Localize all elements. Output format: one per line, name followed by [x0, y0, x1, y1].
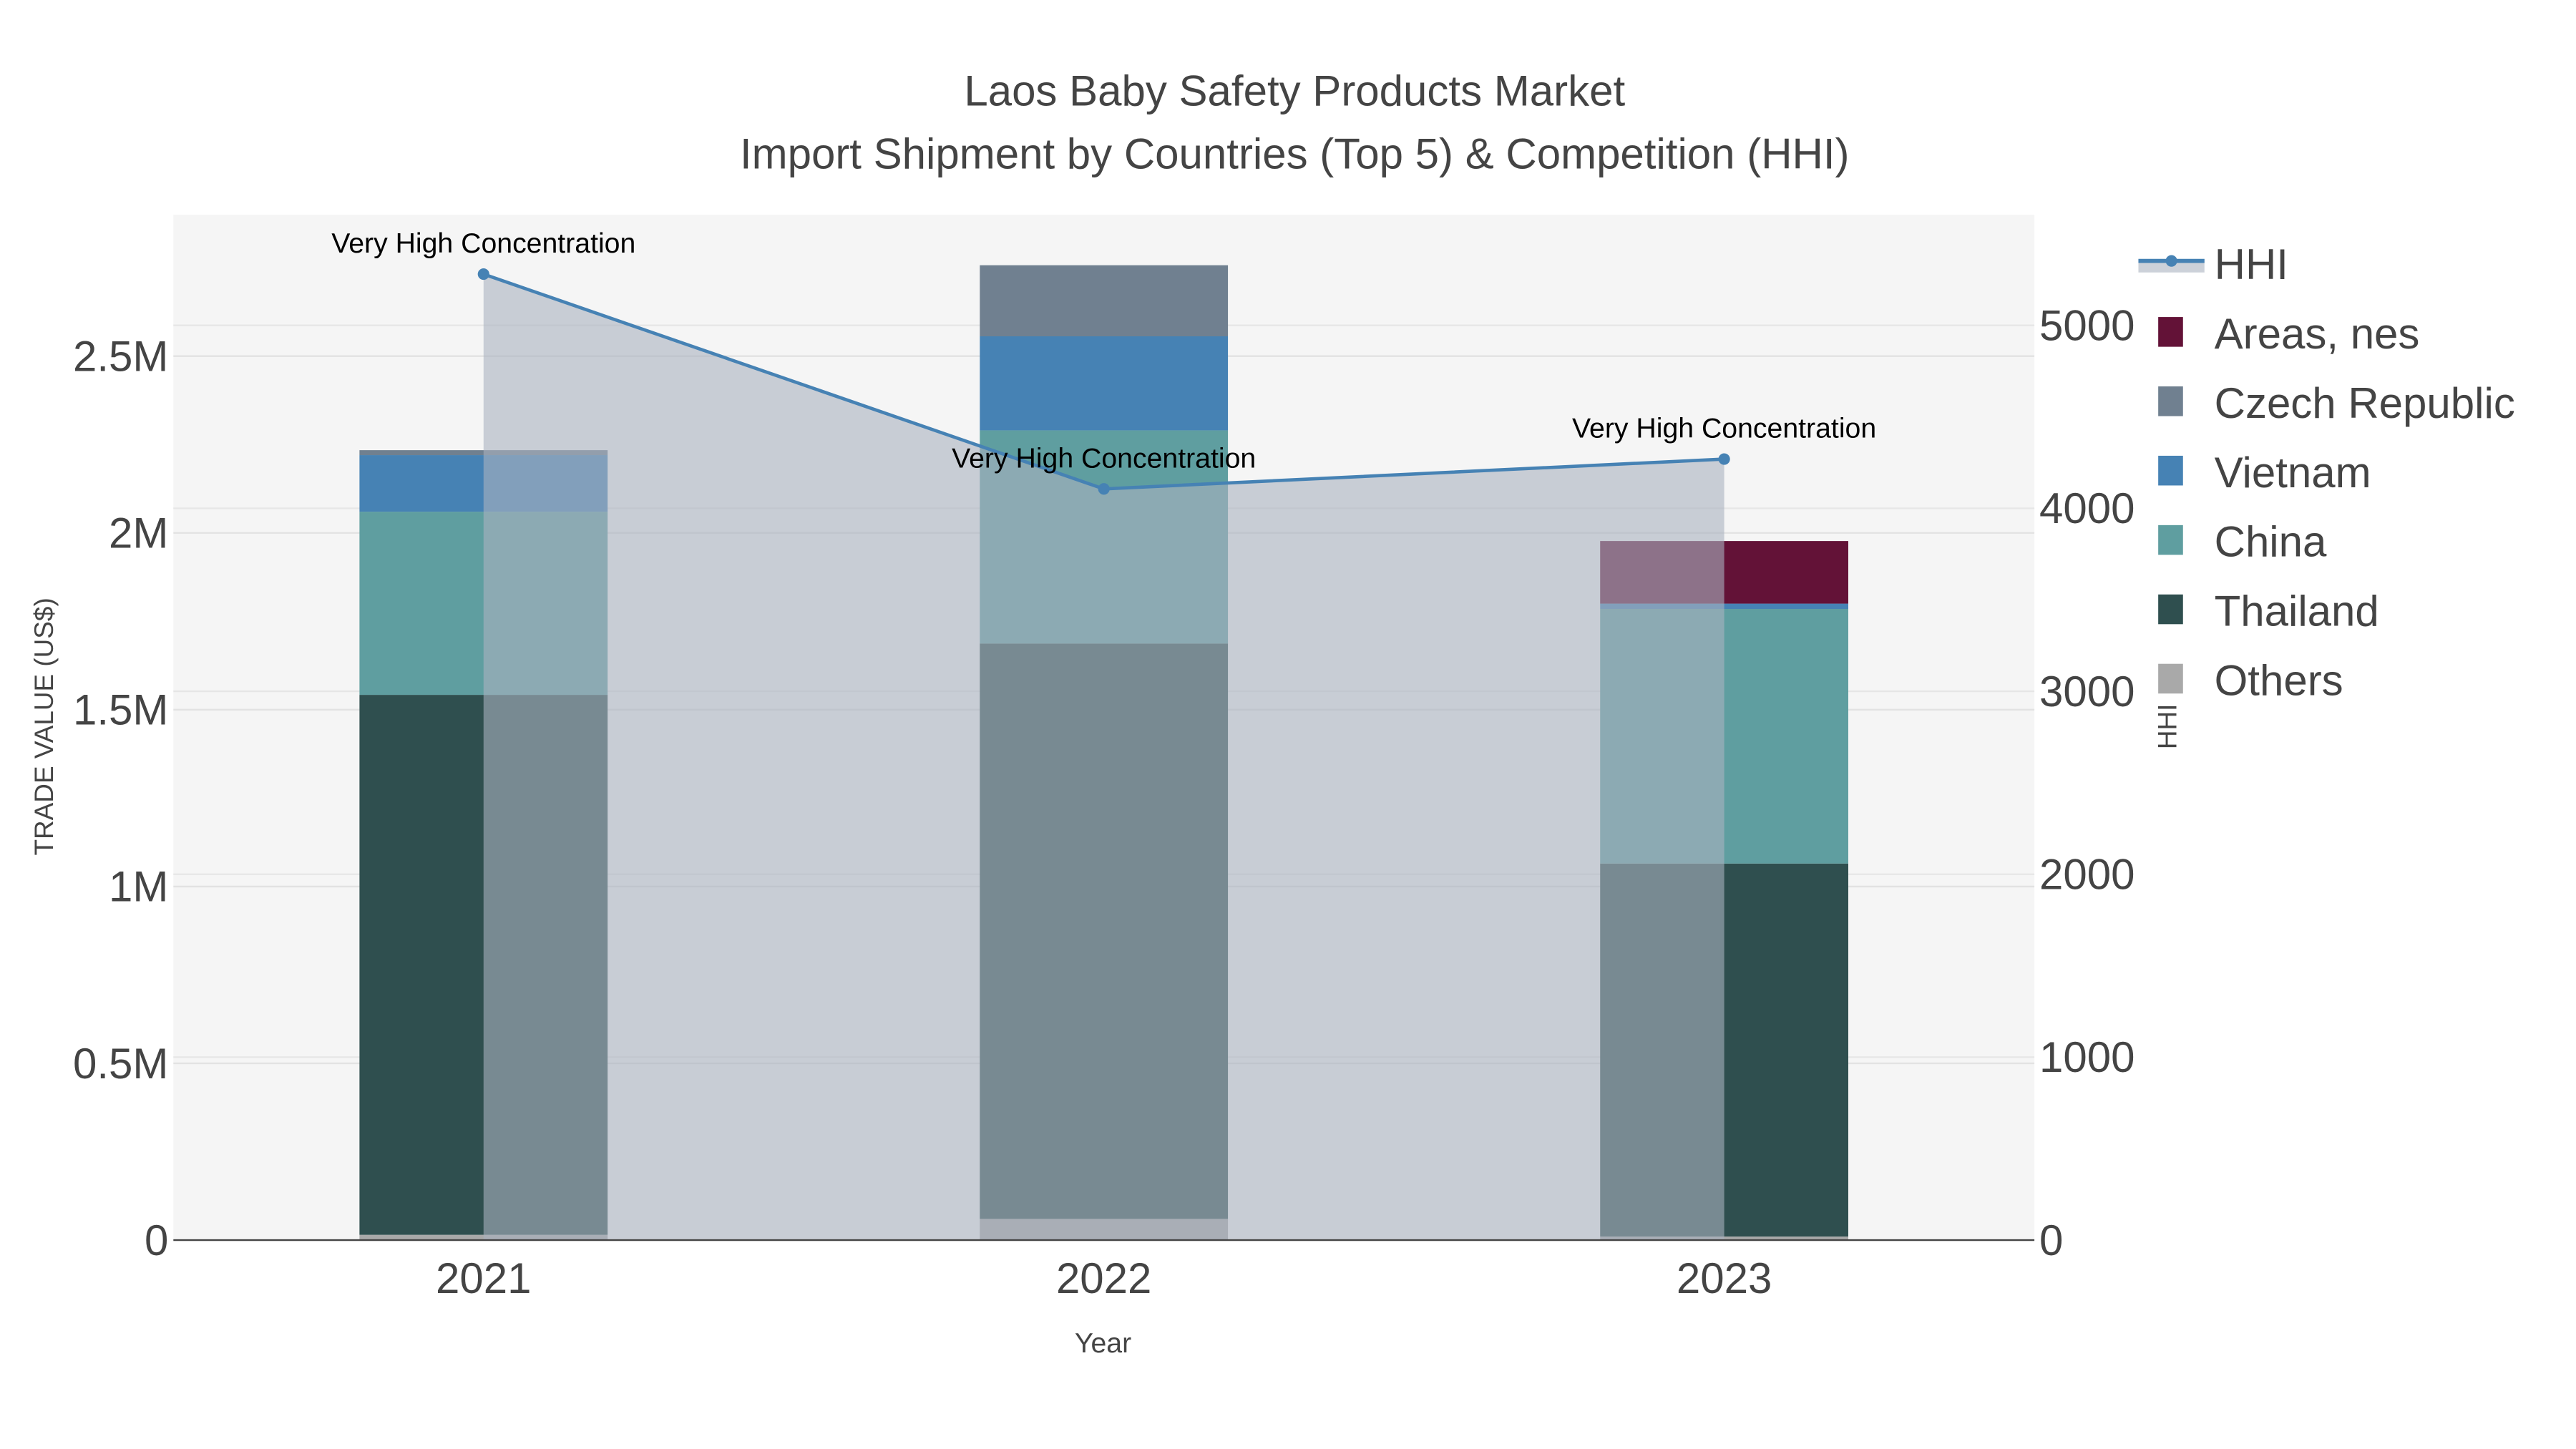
legend-label: Czech Republic — [2215, 379, 2515, 427]
legend-label: Thailand — [2215, 587, 2379, 635]
chart-subtitle: Import Shipment by Countries (Top 5) & C… — [740, 130, 1850, 177]
y2-tick-label: 2000 — [2039, 850, 2135, 898]
legend-label: Vietnam — [2215, 449, 2371, 497]
legend-swatch — [2158, 317, 2183, 347]
y2-tick-label: 3000 — [2039, 668, 2135, 716]
y-tick-label: 2M — [109, 509, 168, 557]
chart: Laos Baby Safety Products Market Import … — [29, 67, 2515, 1359]
y-tick-label: 1.5M — [73, 686, 168, 734]
legend-swatch — [2158, 594, 2183, 625]
legend-label: China — [2215, 518, 2327, 566]
bar-czech-republic-2022 — [980, 265, 1229, 336]
x-tick-label: 2023 — [1677, 1254, 1772, 1302]
legend-swatch — [2158, 386, 2183, 416]
legend-swatch — [2158, 525, 2183, 555]
legend-hhi-marker — [2165, 255, 2177, 267]
y-tick-label: 1M — [109, 863, 168, 911]
hhi-annotation: Very High Concentration — [952, 442, 1256, 474]
y2-tick-label: 1000 — [2039, 1033, 2135, 1081]
hhi-annotation: Very High Concentration — [1572, 413, 1876, 444]
chart-title: Laos Baby Safety Products Market — [964, 67, 1625, 115]
bar-vietnam-2022 — [980, 336, 1229, 431]
hhi-point-2023 — [1718, 453, 1730, 465]
legend-swatch — [2158, 455, 2183, 486]
x-axis-title: Year — [1075, 1327, 1131, 1359]
legend-label: Others — [2215, 657, 2343, 705]
y-axis-title: TRADE VALUE (US$) — [29, 597, 59, 855]
legend-swatch — [2158, 663, 2183, 694]
y-tick-label: 2.5M — [73, 332, 168, 380]
x-tick-label: 2022 — [1056, 1254, 1151, 1302]
y2-tick-label: 0 — [2039, 1216, 2063, 1264]
legend-label: Areas, nes — [2215, 310, 2420, 358]
y2-tick-label: 5000 — [2039, 301, 2135, 349]
y-tick-label: 0.5M — [73, 1040, 168, 1088]
y2-axis-title: HHI — [2153, 704, 2182, 750]
y2-tick-label: 4000 — [2039, 484, 2135, 532]
y-tick-label: 0 — [145, 1216, 168, 1264]
hhi-point-2021 — [477, 268, 489, 280]
hhi-annotation: Very High Concentration — [331, 228, 635, 259]
x-tick-label: 2021 — [436, 1254, 531, 1302]
legend-label-hhi: HHI — [2215, 240, 2288, 288]
hhi-point-2022 — [1098, 483, 1110, 495]
